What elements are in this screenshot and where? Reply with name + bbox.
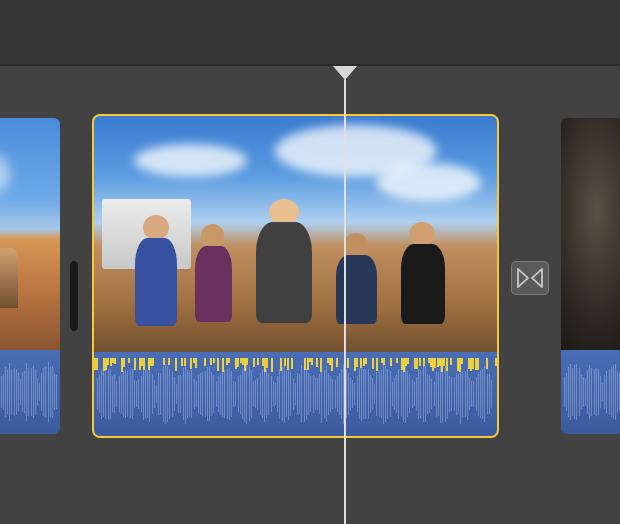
- transition-cross-dissolve[interactable]: [511, 261, 549, 295]
- clip-thumbnail: [94, 116, 497, 352]
- clip-audio-waveform[interactable]: [0, 350, 60, 434]
- video-clip-selected[interactable]: [94, 116, 497, 436]
- timeline[interactable]: [0, 66, 620, 524]
- bowtie-icon: [517, 268, 543, 288]
- clip-thumbnail: [561, 118, 620, 350]
- video-clip[interactable]: [561, 118, 620, 434]
- video-clip[interactable]: [0, 118, 60, 434]
- playhead-marker-icon[interactable]: [345, 66, 357, 80]
- clip-audio-waveform[interactable]: [561, 350, 620, 434]
- toolbar-area: [0, 0, 620, 64]
- clip-edge-handle[interactable]: [70, 261, 78, 331]
- clip-audio-waveform[interactable]: [94, 352, 497, 436]
- clip-thumbnail: [0, 118, 60, 350]
